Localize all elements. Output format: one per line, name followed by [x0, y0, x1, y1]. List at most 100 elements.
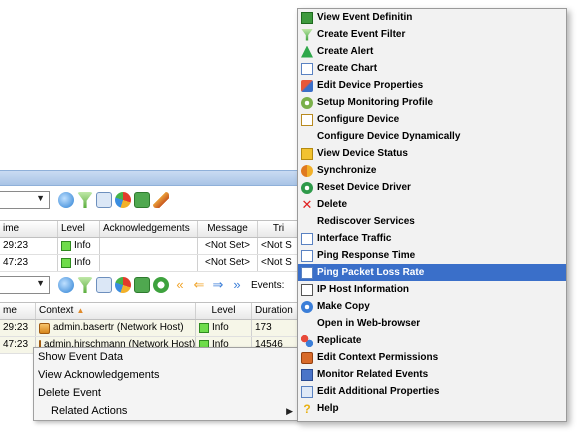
menu-label: Edit Device Properties [317, 80, 424, 91]
table-row[interactable]: 29:23 admin.basertr (Network Host) Info … [0, 320, 300, 337]
form-icon[interactable] [96, 277, 112, 293]
menu-item-configure-device-dynamically[interactable]: Configure Device Dynamically [298, 128, 566, 145]
status-icon [301, 147, 313, 160]
save-icon[interactable] [134, 192, 150, 208]
replicate-icon [301, 334, 313, 347]
table-row[interactable]: 29:23 Info <Not Set> <Not S [0, 238, 300, 255]
cell-trigger: <Not S [258, 255, 300, 271]
fast-forward-icon[interactable]: » [229, 277, 245, 293]
sort-ascending-icon: ▲ [76, 306, 85, 315]
menu-item-setup-monitoring-profile[interactable]: Setup Monitoring Profile [298, 94, 566, 111]
save-icon[interactable] [134, 277, 150, 293]
cell-level: Info [58, 238, 100, 254]
menu-label: Edit Additional Properties [317, 386, 440, 397]
refresh-icon[interactable] [58, 192, 74, 208]
events-label: Events: [251, 279, 285, 291]
top-toolbar: ▼ [0, 189, 300, 211]
menu-item-view-event-definition[interactable]: View Event Definitin [298, 9, 566, 26]
filter-dropdown[interactable]: ▼ [0, 191, 50, 209]
cell-message: <Not Set> [198, 238, 258, 254]
col-context[interactable]: Context ▲ [36, 303, 196, 319]
menu-item-ping-packet-loss-rate[interactable]: Ping Packet Loss Rate [298, 264, 566, 281]
col-message[interactable]: Message [198, 221, 258, 237]
menu-label: Reset Device Driver [317, 182, 411, 193]
chevron-down-icon[interactable]: ▼ [36, 193, 45, 203]
menu-item-configure-device[interactable]: Configure Device [298, 111, 566, 128]
menu-item-ping-response-time[interactable]: Ping Response Time [298, 247, 566, 264]
sync-icon [301, 164, 313, 177]
menu-item-create-event-filter[interactable]: Create Event Filter [298, 26, 566, 43]
menu-item-monitor-related-events[interactable]: Monitor Related Events [298, 366, 566, 383]
cycle-icon[interactable] [153, 277, 169, 293]
menu-item-create-chart[interactable]: Create Chart [298, 60, 566, 77]
menu-item-view-device-status[interactable]: View Device Status [298, 145, 566, 162]
funnel-icon [301, 28, 313, 41]
menu-label: Create Chart [317, 63, 378, 74]
col-level[interactable]: Level [196, 303, 252, 319]
menu-item-edit-additional-properties[interactable]: Edit Additional Properties [298, 383, 566, 400]
menu-label: Ping Response Time [317, 250, 416, 261]
menu-label: Monitor Related Events [317, 369, 429, 380]
profile-icon [301, 96, 313, 109]
brush-icon[interactable] [153, 192, 169, 208]
menu-label: Rediscover Services [317, 216, 415, 227]
col-level[interactable]: Level [58, 221, 100, 237]
col-time[interactable]: me [0, 303, 36, 319]
menu-item-view-acknowledgements[interactable]: View Acknowledgements [34, 366, 299, 384]
menu-item-synchronize[interactable]: Synchronize [298, 162, 566, 179]
col-acknowledgements[interactable]: Acknowledgements [100, 221, 198, 237]
menu-label: Help [317, 403, 339, 414]
menu-item-replicate[interactable]: Replicate [298, 332, 566, 349]
form-icon[interactable] [96, 192, 112, 208]
chart-icon [301, 62, 313, 75]
filter-dropdown[interactable]: ▼ [0, 276, 50, 294]
menu-item-delete-event[interactable]: Delete Event [34, 384, 299, 402]
menu-label: Setup Monitoring Profile [317, 97, 434, 108]
table-row[interactable]: 47:23 Info <Not Set> <Not S [0, 255, 300, 272]
forward-arrow-icon[interactable]: ⇒ [210, 277, 226, 293]
cell-trigger: <Not S [258, 238, 300, 254]
menu-item-create-alert[interactable]: Create Alert [298, 43, 566, 60]
event-context-menu: Show Event Data View Acknowledgements De… [33, 347, 300, 421]
refresh-icon[interactable] [58, 277, 74, 293]
help-icon: ? [303, 401, 311, 416]
col-trigger[interactable]: Tri [258, 221, 300, 237]
copy-icon [301, 300, 313, 313]
chevron-down-icon[interactable]: ▼ [36, 278, 45, 288]
menu-item-ip-host-information[interactable]: IP Host Information [298, 281, 566, 298]
menu-item-edit-context-permissions[interactable]: Edit Context Permissions [298, 349, 566, 366]
menu-item-help[interactable]: ? Help [298, 400, 566, 417]
col-duration[interactable]: Duration [252, 303, 300, 319]
properties-icon [301, 385, 313, 398]
menu-label: Create Alert [317, 46, 374, 57]
alert-icon [301, 45, 313, 58]
back-arrow-icon[interactable]: ⇐ [191, 277, 207, 293]
menu-item-edit-device-properties[interactable]: Edit Device Properties [298, 77, 566, 94]
menu-item-delete[interactable]: ✕ Delete [298, 196, 566, 213]
menu-label: Edit Context Permissions [317, 352, 439, 363]
reset-icon [301, 181, 313, 194]
filter-icon[interactable] [77, 277, 93, 293]
context-text: admin.basertr (Network Host) [53, 322, 184, 333]
doc-icon [301, 11, 313, 24]
menu-item-make-copy[interactable]: Make Copy [298, 298, 566, 315]
menu-item-related-actions[interactable]: Related Actions ▶ [34, 402, 299, 420]
menu-item-show-event-data[interactable]: Show Event Data [34, 348, 299, 366]
submenu-arrow-icon: ▶ [286, 406, 293, 416]
menu-item-open-in-web-browser[interactable]: Open in Web-browser [298, 315, 566, 332]
pie-chart-icon[interactable] [115, 192, 131, 208]
info-level-icon [61, 241, 71, 251]
filter-icon[interactable] [77, 192, 93, 208]
menu-item-interface-traffic[interactable]: Interface Traffic [298, 230, 566, 247]
col-time[interactable]: ime [0, 221, 58, 237]
chart-icon [301, 232, 313, 245]
pie-chart-icon[interactable] [115, 277, 131, 293]
menu-label: View Device Status [317, 148, 408, 159]
menu-item-rediscover-services[interactable]: Rediscover Services [298, 213, 566, 230]
chart-icon [301, 266, 313, 279]
info-level-icon [61, 258, 71, 268]
table-header: ime Level Acknowledgements Message Tri [0, 220, 300, 238]
menu-item-reset-device-driver[interactable]: Reset Device Driver [298, 179, 566, 196]
chart-icon [301, 249, 313, 262]
rewind-icon[interactable]: « [172, 277, 188, 293]
